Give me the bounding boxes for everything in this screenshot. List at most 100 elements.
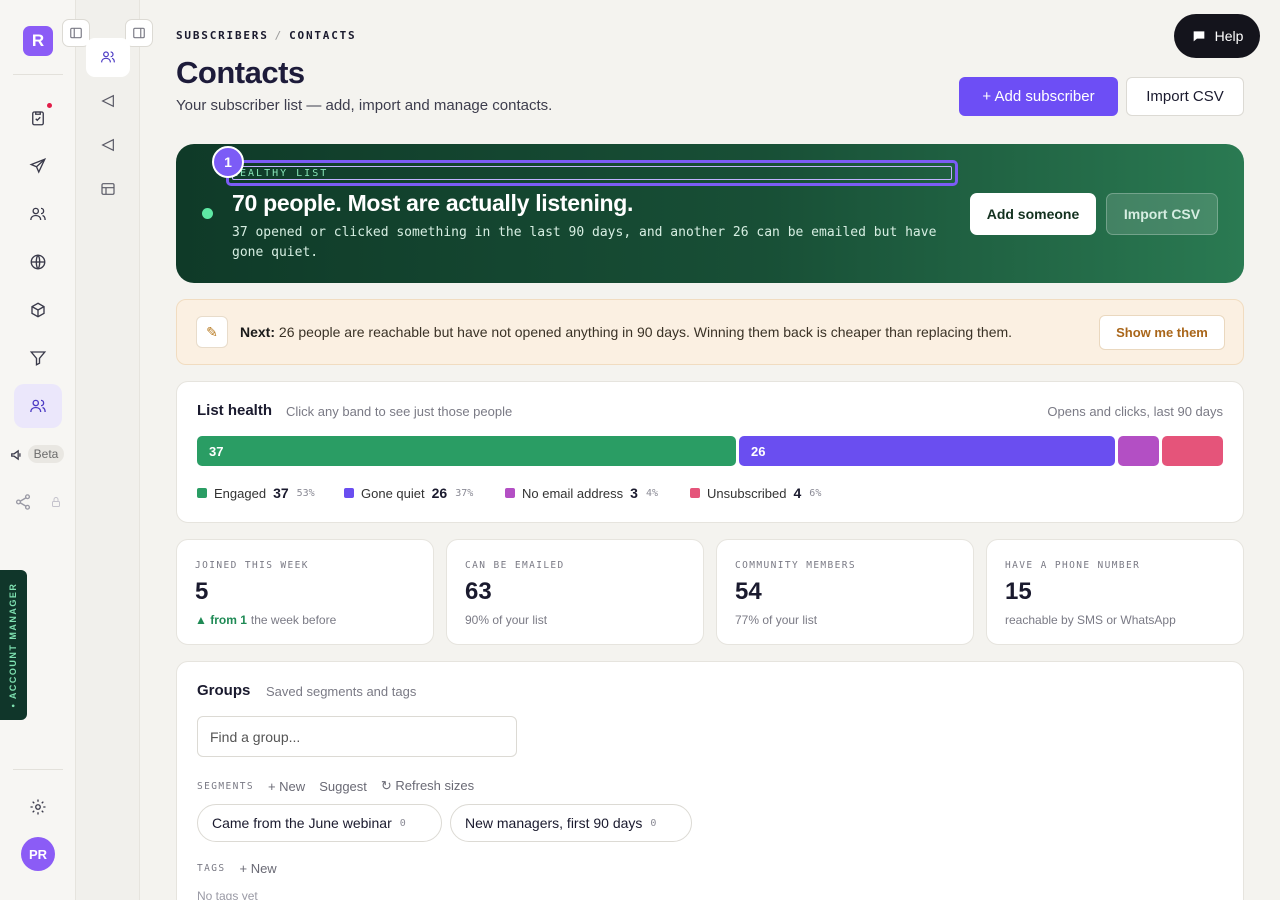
lock-icon xyxy=(44,490,68,514)
legend-percent: 6% xyxy=(809,487,822,499)
users-icon[interactable] xyxy=(26,202,50,226)
stat-note: reachable by SMS or WhatsApp xyxy=(1005,613,1176,627)
chat-icon xyxy=(1193,31,1204,42)
stat-note-text: reachable by SMS or WhatsApp xyxy=(1005,613,1176,627)
list-health-card: List health Click any band to see just t… xyxy=(176,381,1244,523)
list-health-subtitle: Click any band to see just those people xyxy=(286,404,513,419)
add-subscriber-button[interactable]: + Add subscriber xyxy=(959,77,1118,116)
show-me-them-button[interactable]: Show me them xyxy=(1099,315,1225,350)
new-segment-button[interactable]: + New xyxy=(268,779,305,794)
list-health-period: Opens and clicks, last 90 days xyxy=(1047,404,1223,419)
stat-value: 15 xyxy=(1005,578,1032,605)
list-health-title: List health xyxy=(197,402,273,419)
hero-import-csv-button[interactable]: Import CSV xyxy=(1106,193,1218,235)
next-action-text: Next: 26 people are reachable but have n… xyxy=(240,324,1012,340)
avatar[interactable]: PR xyxy=(21,837,55,871)
add-someone-button[interactable]: Add someone xyxy=(970,193,1096,235)
contacts-icon[interactable] xyxy=(98,47,118,67)
account-manager-tab[interactable]: • ACCOUNT MANAGER xyxy=(0,570,27,720)
legend-swatch xyxy=(505,488,515,498)
contacts-icon[interactable] xyxy=(26,394,50,418)
breadcrumb-parent[interactable]: SUBSCRIBERS xyxy=(176,29,269,42)
stat-note: 77% of your list xyxy=(735,613,817,627)
legend-percent: 53% xyxy=(296,487,315,499)
campaign-icon[interactable] xyxy=(98,135,118,155)
import-csv-button[interactable]: Import CSV xyxy=(1126,77,1244,116)
groups-card: Groups Saved segments and tags SEGMENTS … xyxy=(176,661,1244,900)
segments-label: SEGMENTS xyxy=(197,780,254,792)
account-manager-label: • ACCOUNT MANAGER xyxy=(8,582,18,708)
segment-count: 0 xyxy=(399,817,406,829)
health-legend-item[interactable]: Engaged 37 53% xyxy=(197,485,315,501)
stat-note-text: 77% of your list xyxy=(735,613,818,627)
tour-highlight xyxy=(226,160,958,186)
stat-card[interactable]: JOINED THIS WEEK 5 ▲ from 1 the week before xyxy=(176,539,434,645)
stat-note: ▲ from 1 the week before xyxy=(195,613,336,627)
tags-label: TAGS xyxy=(197,863,226,874)
pencil-icon: ✎ xyxy=(196,316,228,348)
stat-card[interactable]: COMMUNITY MEMBERS 54 77% of your list xyxy=(716,539,974,645)
health-legend-item[interactable]: Unsubscribed 4 6% xyxy=(690,485,821,501)
page-title: Contacts xyxy=(176,55,305,90)
status-dot xyxy=(202,208,213,219)
segment-count: 0 xyxy=(650,817,657,829)
beta-badge: Beta xyxy=(28,445,64,463)
next-label: Next: xyxy=(240,324,276,340)
stat-value: 5 xyxy=(195,578,209,605)
page-subtitle: Your subscriber list — add, import and m… xyxy=(176,97,553,114)
new-tag-button[interactable]: + New xyxy=(239,861,276,876)
segments-header: SEGMENTS + New Suggest ↻ Refresh sizes xyxy=(197,778,488,794)
help-button[interactable]: Help xyxy=(1174,14,1260,58)
legend-swatch xyxy=(344,488,354,498)
stat-value: 54 xyxy=(735,578,762,605)
legend-count: 37 xyxy=(273,485,289,501)
tags-empty-state: No tags yet xyxy=(197,889,258,900)
stat-value: 63 xyxy=(465,578,492,605)
health-band-bar[interactable] xyxy=(1118,436,1159,466)
health-band-bar[interactable]: 26 xyxy=(739,436,1115,466)
clipboard-check-icon[interactable] xyxy=(26,106,50,130)
legend-swatch xyxy=(197,488,207,498)
group-search-input[interactable] xyxy=(197,716,517,757)
tour-step-badge[interactable]: 1 xyxy=(212,146,244,178)
legend-label: No email address xyxy=(522,485,624,501)
stat-card[interactable]: HAVE A PHONE NUMBER 15 reachable by SMS or… xyxy=(986,539,1244,645)
refresh-sizes-button[interactable]: ↻ Refresh sizes xyxy=(381,778,474,794)
legend-label: Gone quiet xyxy=(361,485,425,501)
legend-count: 3 xyxy=(630,485,638,501)
legend-count: 4 xyxy=(793,485,802,501)
stat-label: COMMUNITY MEMBERS xyxy=(735,560,857,571)
stat-label: HAVE A PHONE NUMBER xyxy=(1005,560,1141,571)
help-label: Help xyxy=(1214,28,1244,44)
suggest-segment-button[interactable]: Suggest xyxy=(319,779,367,794)
legend-swatch xyxy=(690,488,700,498)
send-icon[interactable] xyxy=(26,154,50,178)
stat-card[interactable]: CAN BE EMAILED 63 90% of your list xyxy=(446,539,704,645)
app-logo[interactable]: R xyxy=(23,26,53,56)
legend-label: Unsubscribed xyxy=(707,485,787,501)
stat-note-text: 90% of your list xyxy=(465,613,548,627)
next-description: 26 people are reachable but have not ope… xyxy=(278,324,1013,340)
groups-subtitle: Saved segments and tags xyxy=(266,684,417,699)
health-band-bar[interactable]: 37 xyxy=(197,436,736,466)
health-band-bar[interactable] xyxy=(1162,436,1223,466)
divider xyxy=(13,74,63,75)
megaphone-icon[interactable] xyxy=(5,443,29,467)
next-action-banner: ✎ Next: 26 people are reachable but have… xyxy=(176,299,1244,365)
gear-icon[interactable] xyxy=(26,795,50,819)
filter-icon[interactable] xyxy=(26,346,50,370)
health-legend-item[interactable]: Gone quiet 26 37% xyxy=(344,485,473,501)
segment-pill[interactable]: New managers, first 90 days 0 xyxy=(450,804,692,842)
segment-name: Came from the June webinar xyxy=(212,815,392,831)
stat-label: JOINED THIS WEEK xyxy=(195,560,309,571)
trend-up: ▲ from 1 xyxy=(195,613,247,627)
layout-icon[interactable] xyxy=(98,179,118,199)
health-legend-item[interactable]: No email address 3 4% xyxy=(505,485,658,501)
broadcast-icon[interactable] xyxy=(98,91,118,111)
globe-icon[interactable] xyxy=(26,250,50,274)
segment-pill[interactable]: Came from the June webinar 0 xyxy=(197,804,442,842)
box-icon[interactable] xyxy=(26,298,50,322)
hero-body: 37 opened or clicked something in the la… xyxy=(232,225,937,260)
groups-title: Groups xyxy=(197,682,251,699)
share-icon[interactable] xyxy=(11,490,35,514)
